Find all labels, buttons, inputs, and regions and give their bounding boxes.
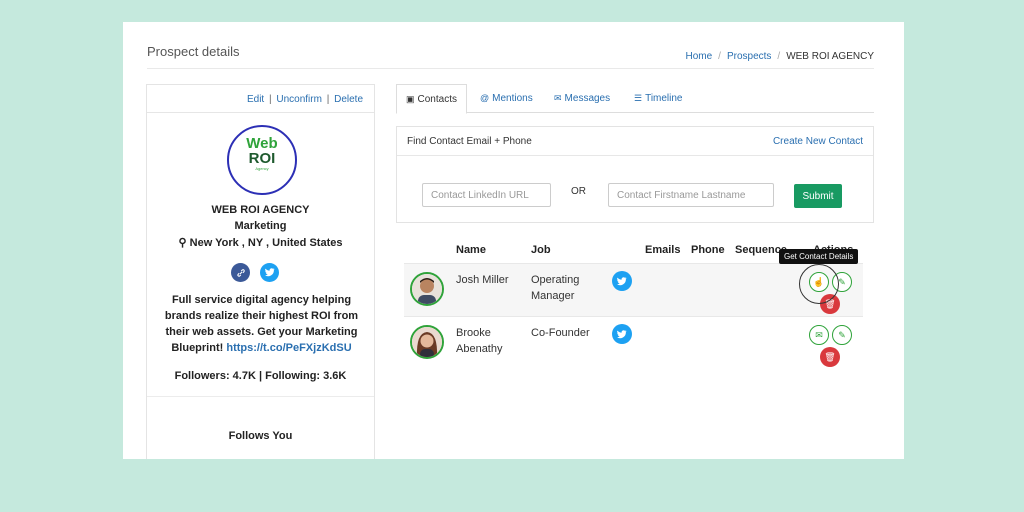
at-icon: @ xyxy=(480,93,490,103)
tab-timeline[interactable]: ☰ Timeline xyxy=(634,84,683,114)
breadcrumb-current: WEB ROI AGENCY xyxy=(786,51,874,62)
divider xyxy=(147,68,874,69)
tab-contacts[interactable]: ▣ Contacts xyxy=(396,84,467,114)
breadcrumb: Home / Prospects / WEB ROI AGENCY xyxy=(685,51,874,62)
contact-job: Operating Manager xyxy=(531,274,580,302)
breadcrumb-prospects[interactable]: Prospects xyxy=(727,51,771,62)
tab-messages[interactable]: ✉ Messages xyxy=(554,84,610,114)
bio-link[interactable]: https://t.co/PeFXjzKdSU xyxy=(226,342,351,354)
divider xyxy=(147,396,374,397)
cursor-highlight xyxy=(799,264,839,304)
contact-name[interactable]: Brooke Abenathy xyxy=(456,325,516,357)
company-card-actions: Edit | Unconfirm | Delete xyxy=(147,85,374,113)
list-icon: ☰ xyxy=(634,93,643,103)
company-department: Marketing xyxy=(234,220,287,232)
envelope-icon: ✉ xyxy=(554,93,562,103)
find-contact-header: Find Contact Email + Phone Create New Co… xyxy=(397,127,873,156)
unconfirm-link[interactable]: Unconfirm xyxy=(276,94,322,105)
avatar xyxy=(410,272,444,306)
create-contact-link[interactable]: Create New Contact xyxy=(773,136,863,147)
prospect-panel: Prospect details Home / Prospects / WEB ROI … xyxy=(123,22,904,459)
company-card: Edit | Unconfirm | Delete Web ROI Agency… xyxy=(146,84,375,459)
column-header-emails: Emails xyxy=(645,244,681,256)
edit-icon: ✎ xyxy=(838,276,846,287)
email-contact-button[interactable]: ✉ xyxy=(809,325,829,345)
table-row[interactable]: Brooke Abenathy Co-Founder ✉ ✎ 🗑 xyxy=(404,317,863,371)
or-label: OR xyxy=(571,186,586,197)
avatar xyxy=(410,325,444,359)
map-pin-icon: ⚲ xyxy=(178,237,187,249)
find-contact-box: Find Contact Email + Phone Create New Co… xyxy=(396,126,874,223)
breadcrumb-home[interactable]: Home xyxy=(685,51,712,62)
link-icon[interactable] xyxy=(231,263,250,282)
find-contact-title: Find Contact Email + Phone xyxy=(407,136,532,147)
delete-link[interactable]: Delete xyxy=(334,94,363,105)
edit-link[interactable]: Edit xyxy=(247,94,264,105)
column-header-job: Job xyxy=(531,244,551,256)
contact-card-icon: ▣ xyxy=(406,94,415,104)
page-title: Prospect details xyxy=(147,44,240,59)
twitter-icon[interactable] xyxy=(612,324,632,344)
edit-icon: ✎ xyxy=(838,329,846,340)
tooltip: Get Contact Details xyxy=(779,249,859,264)
submit-button[interactable]: Submit xyxy=(794,184,842,208)
company-bio: Full service digital agency helping bran… xyxy=(164,294,359,354)
envelope-icon: ✉ xyxy=(815,329,823,340)
name-input[interactable] xyxy=(608,183,774,207)
tab-bar: ▣ Contacts @ Mentions ✉ Messages ☰ Timeline xyxy=(396,84,874,114)
tab-mentions[interactable]: @ Mentions xyxy=(480,84,533,114)
trash-icon: 🗑 xyxy=(824,351,836,362)
column-header-name: Name xyxy=(456,244,486,256)
delete-contact-button[interactable]: 🗑 xyxy=(820,347,840,367)
linkedin-url-input[interactable] xyxy=(422,183,551,207)
twitter-icon[interactable] xyxy=(612,271,632,291)
follower-stats: Followers: 4.7K | Following: 3.6K xyxy=(174,370,347,382)
follows-you-label: Follows You xyxy=(228,430,293,442)
company-location: ⚲ New York , NY , United States xyxy=(178,237,343,249)
contact-name[interactable]: Josh Miller xyxy=(456,272,509,288)
column-header-phone: Phone xyxy=(691,244,725,256)
twitter-icon[interactable] xyxy=(260,263,279,282)
company-logo: Web ROI Agency xyxy=(227,125,297,195)
table-row[interactable]: Josh Miller Operating Manager ☝ ✎ 🗑 xyxy=(404,263,863,317)
breadcrumb-separator: / xyxy=(718,51,721,62)
contact-job: Co-Founder xyxy=(531,327,590,339)
edit-contact-button[interactable]: ✎ xyxy=(832,325,852,345)
company-name: WEB ROI AGENCY xyxy=(211,204,310,216)
social-links xyxy=(231,263,279,282)
breadcrumb-separator: / xyxy=(777,51,781,62)
